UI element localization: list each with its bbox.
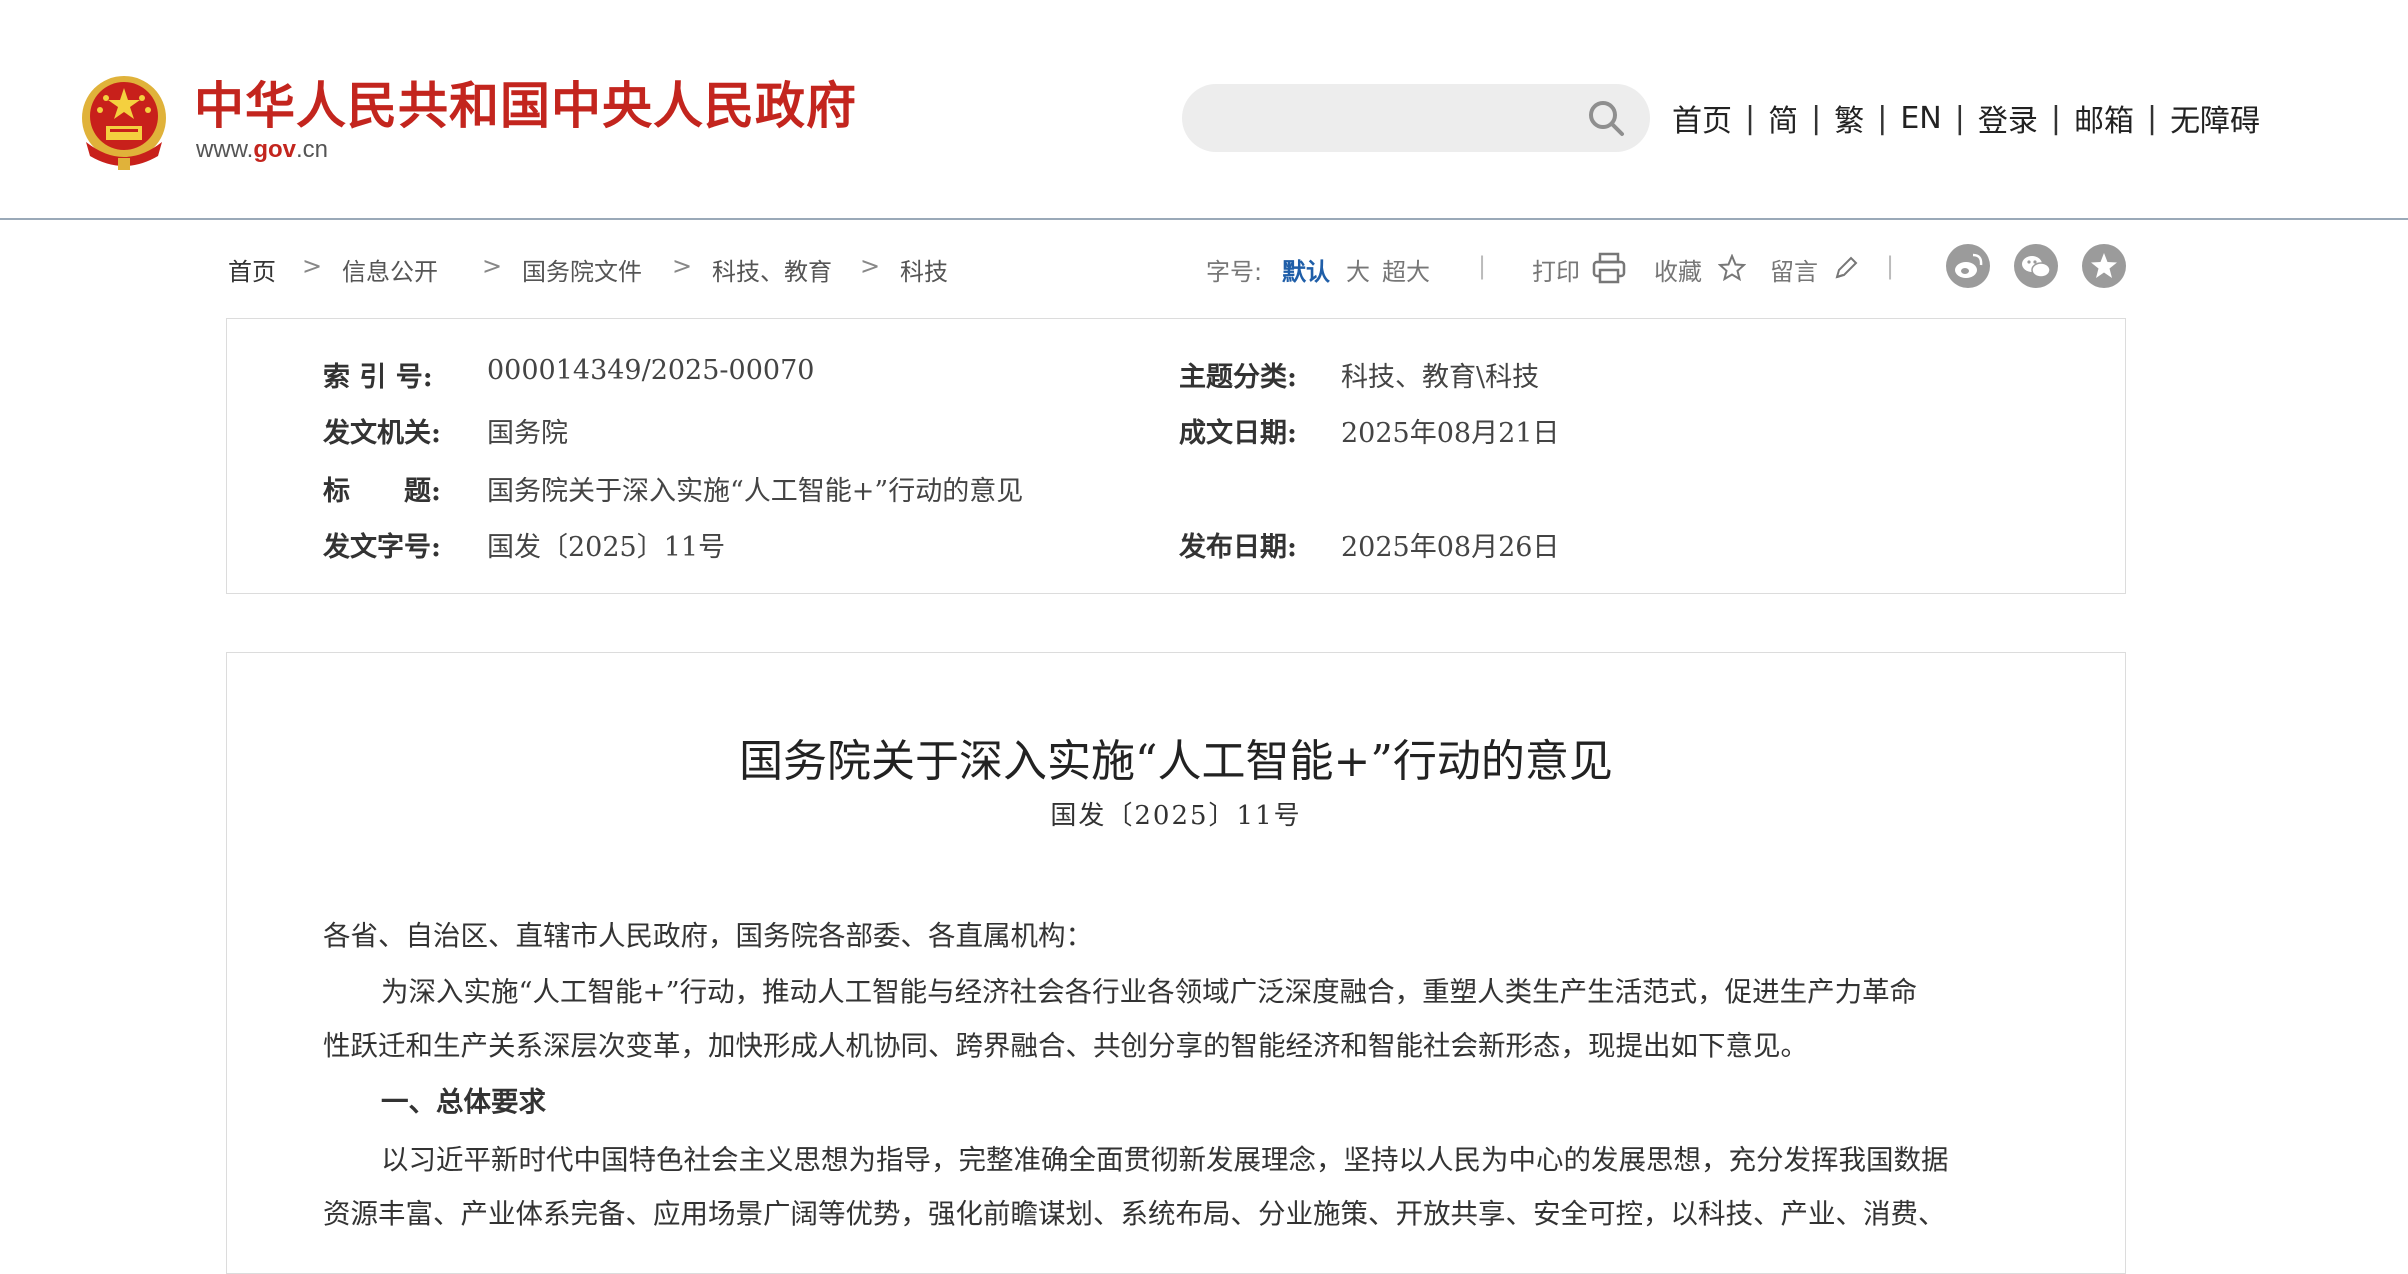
article-body: 国务院关于深入实施“人工智能+”行动的意见 国发〔2025〕11号 各省、自治区… <box>226 652 2126 1274</box>
printer-icon[interactable] <box>1592 252 1626 284</box>
wechat-glyph-icon <box>2022 256 2051 278</box>
site-header: 中华人民共和国中央人民政府 www.gov.cn 首页 | 简 | 繁 | EN… <box>0 0 2408 220</box>
doc-number-value: 国发〔2025〕11号 <box>487 532 726 563</box>
paragraph-line: 性跃迁和生产关系深层次变革，加快形成人机协同、跨界融合、共创分享的智能经济和智能… <box>323 1030 1808 1062</box>
nav-traditional[interactable]: 繁 <box>1834 96 1864 140</box>
font-size-default[interactable]: 默认 <box>1282 252 1330 287</box>
issuer-label: 发文机关: <box>323 418 441 449</box>
issuer-value: 国务院 <box>487 418 568 449</box>
doc-number-label: 发文字号: <box>323 532 441 563</box>
pencil-icon[interactable] <box>1832 254 1860 282</box>
tool-divider: | <box>1478 252 1487 280</box>
topic-value: 科技、教育\科技 <box>1341 362 1540 393</box>
index-number-value: 000014349/2025-00070 <box>487 355 815 386</box>
nav-separator: | <box>1811 100 1822 136</box>
published-date-label: 发布日期: <box>1179 532 1297 563</box>
published-date-value: 2025年08月26日 <box>1341 532 1560 563</box>
nav-accessibility[interactable]: 无障碍 <box>2170 96 2260 140</box>
favorite-share-icon[interactable] <box>2082 244 2126 288</box>
nav-mailbox[interactable]: 邮箱 <box>2074 96 2134 140</box>
wechat-icon[interactable] <box>2014 244 2058 288</box>
nav-simplified[interactable]: 简 <box>1768 96 1798 140</box>
chevron-right-icon: > <box>482 252 503 280</box>
nav-separator: | <box>1877 100 1888 136</box>
index-number-label: 索 引 号: <box>323 362 433 393</box>
search-input[interactable] <box>1206 94 1570 144</box>
print-button[interactable]: 打印 <box>1532 252 1580 287</box>
paragraph-line: 为深入实施“人工智能+”行动，推动人工智能与经济社会各行业各领域广泛深度融合，重… <box>381 976 1918 1008</box>
paragraph-line: 资源丰富、产业体系完备、应用场景广阔等优势，强化前瞻谋划、系统布局、分业施策、开… <box>323 1198 1946 1230</box>
domain-gov: gov <box>253 136 297 163</box>
comment-button[interactable]: 留言 <box>1770 252 1818 287</box>
chevron-right-icon: > <box>302 252 323 280</box>
weibo-glyph-icon <box>1955 253 1983 278</box>
domain-suffix: .cn <box>296 136 329 163</box>
breadcrumb-home[interactable]: 首页 <box>228 252 276 287</box>
search-box <box>1182 84 1650 152</box>
font-size-large[interactable]: 大 <box>1346 252 1370 287</box>
font-size-label: 字号: <box>1206 258 1263 286</box>
nav-english[interactable]: EN <box>1900 101 1941 136</box>
nav-separator: | <box>2146 100 2158 136</box>
domain-prefix: www. <box>196 136 254 163</box>
nav-home[interactable]: 首页 <box>1672 96 1732 140</box>
title-label: 标 题: <box>323 476 441 507</box>
nav-separator: | <box>1954 100 1965 136</box>
paragraph-line: 以习近平新时代中国特色社会主义思想为指导，完整准确全面贯彻新发展理念，坚持以人民… <box>381 1144 1949 1176</box>
chevron-right-icon: > <box>860 252 881 280</box>
breadcrumb-technology[interactable]: 科技 <box>900 252 948 287</box>
search-icon[interactable] <box>1586 98 1626 138</box>
breadcrumb-info-disclosure[interactable]: 信息公开 <box>342 252 438 287</box>
document-info-panel: 索 引 号: 000014349/2025-00070 主题分类: 科技、教育\… <box>226 318 2126 594</box>
chevron-right-icon: > <box>672 252 693 280</box>
font-size-xlarge[interactable]: 超大 <box>1382 252 1430 287</box>
article-title: 国务院关于深入实施“人工智能+”行动的意见 <box>739 736 1613 787</box>
written-date-label: 成文日期: <box>1179 418 1297 449</box>
star-icon[interactable] <box>1718 254 1746 282</box>
written-date-value: 2025年08月21日 <box>1341 418 1560 449</box>
salutation: 各省、自治区、直辖市人民政府，国务院各部委、各直属机构： <box>323 920 1093 952</box>
favorite-button[interactable]: 收藏 <box>1654 252 1702 287</box>
section-heading: 一、总体要求 <box>381 1086 546 1118</box>
breadcrumb-state-council-docs[interactable]: 国务院文件 <box>522 252 642 287</box>
site-domain[interactable]: www.gov.cn <box>196 136 328 164</box>
top-nav: 首页 | 简 | 繁 | EN | 登录 | 邮箱 | 无障碍 <box>1672 96 2260 140</box>
star-glyph-icon <box>2091 253 2117 278</box>
nav-separator: | <box>1745 100 1756 136</box>
nav-separator: | <box>2050 100 2061 136</box>
weibo-icon[interactable] <box>1946 244 1990 288</box>
article-doc-number: 国发〔2025〕11号 <box>1050 801 1302 831</box>
title-value: 国务院关于深入实施“人工智能+”行动的意见 <box>487 476 1024 507</box>
tool-divider: | <box>1886 252 1895 280</box>
national-emblem-icon[interactable] <box>76 72 172 172</box>
breadcrumb-sci-edu[interactable]: 科技、教育 <box>712 252 832 287</box>
site-title[interactable]: 中华人民共和国中央人民政府 <box>194 66 857 138</box>
topic-label: 主题分类: <box>1179 362 1297 393</box>
nav-login[interactable]: 登录 <box>1978 96 2038 140</box>
breadcrumb: 首页 > 信息公开 > 国务院文件 > 科技、教育 > 科技 字号: 默认 大 … <box>228 248 2128 288</box>
